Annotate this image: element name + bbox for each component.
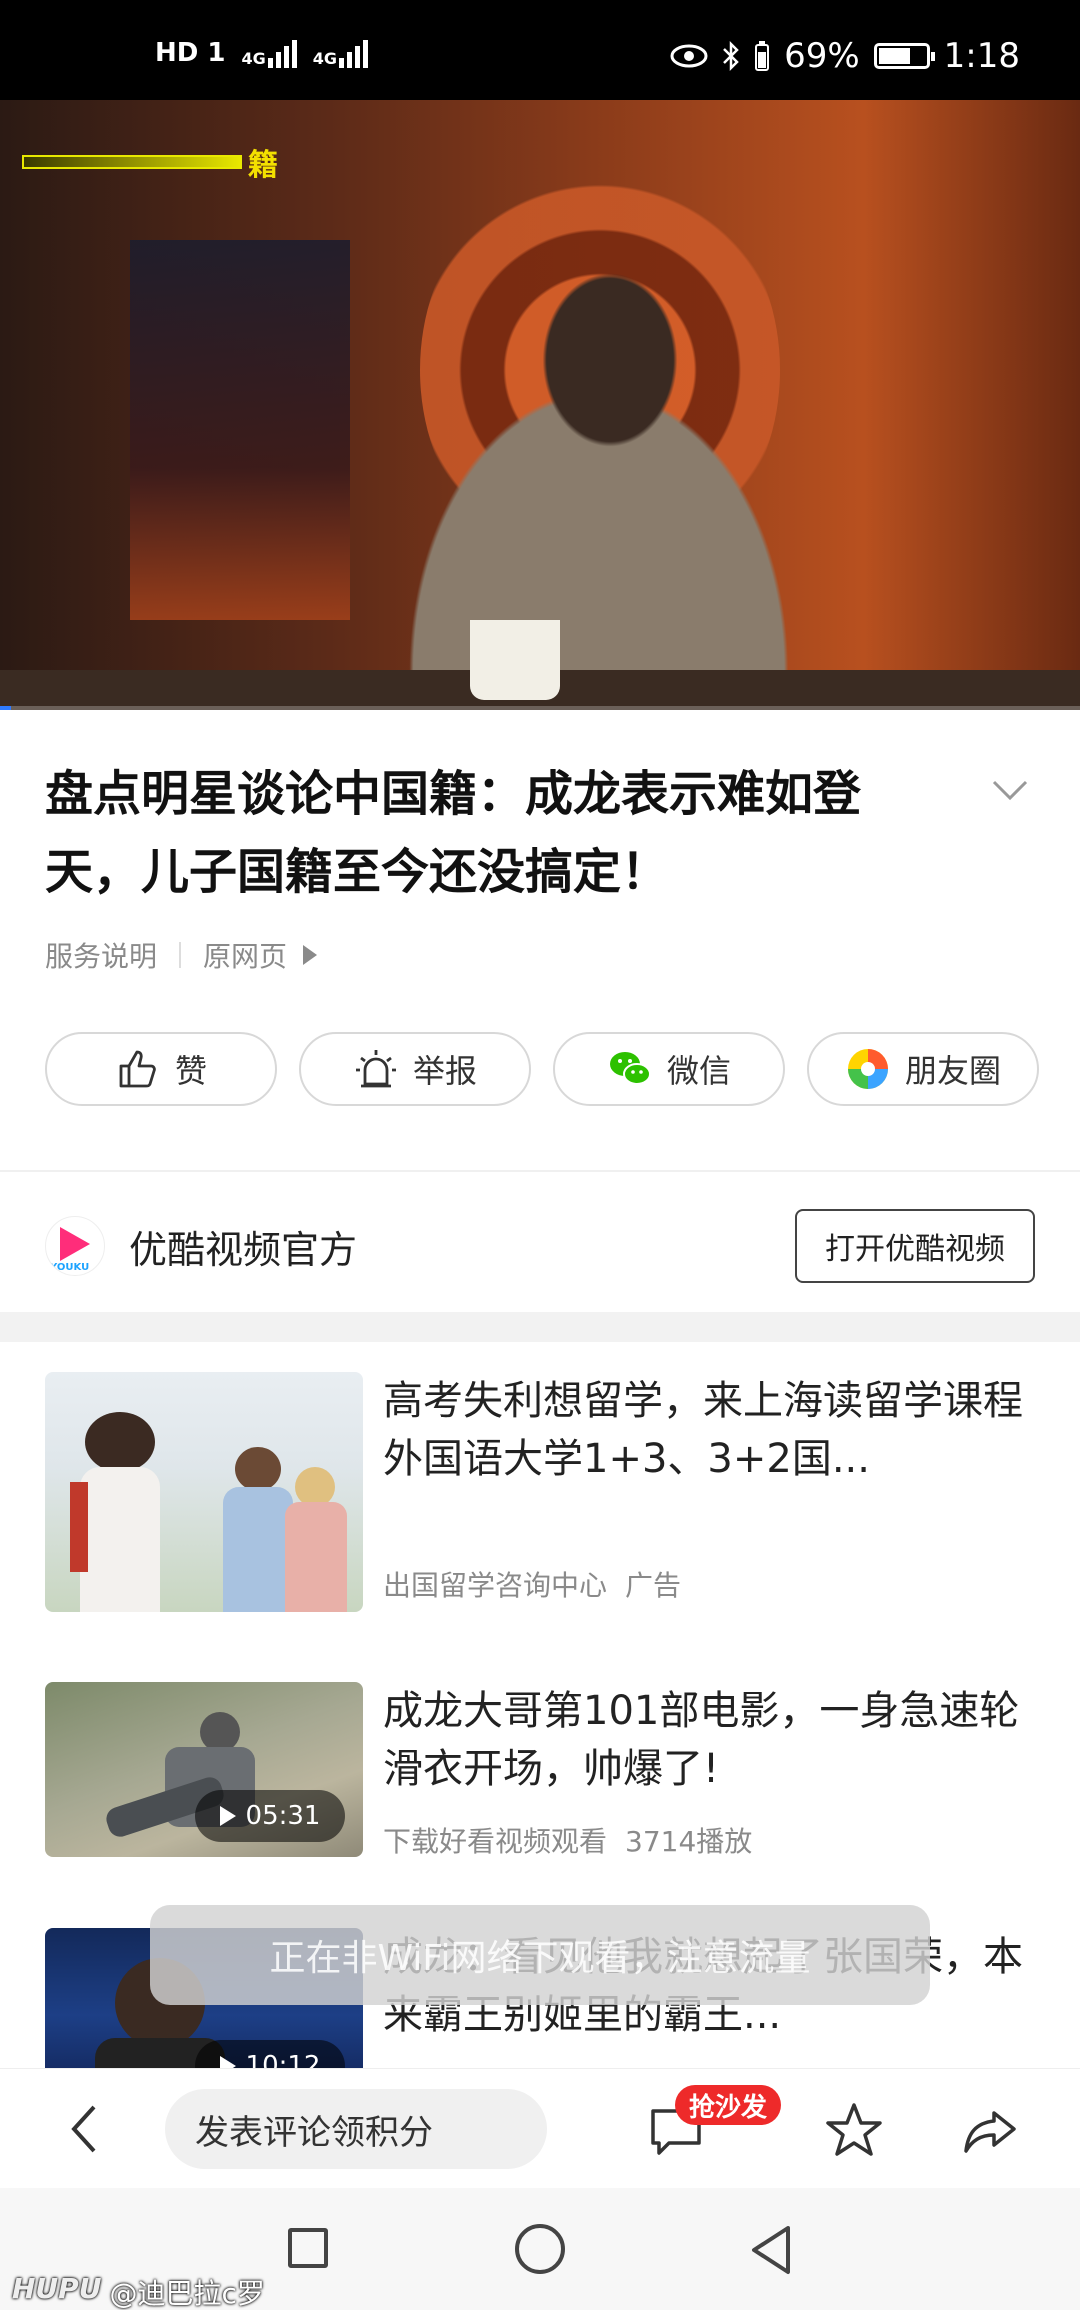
triangle-right-icon: [303, 945, 318, 965]
item-source: 下载好看视频观看: [383, 1825, 608, 1858]
section-divider: [0, 1170, 1080, 1172]
signal-label-1: 4G: [241, 49, 266, 68]
report-button[interactable]: 举报: [299, 1032, 531, 1106]
open-youku-button[interactable]: 打开优酷视频: [795, 1209, 1035, 1283]
report-label: 举报: [412, 1052, 477, 1090]
list-item[interactable]: 05:31 成龙大哥第101部电影，一身急速轮滑衣开场，帅爆了! 下载好看视频观…: [45, 1682, 1035, 1860]
wechat-label: 微信: [666, 1052, 731, 1090]
item-title: 高考失利想留学，来上海读留学课程 外国语大学1+3、3+2国...: [383, 1378, 1023, 1482]
article-title: 盘点明星谈论中国籍：成龙表示难如登天，儿子国籍至今还没搞定！: [45, 766, 862, 900]
duration-text: 10:12: [245, 2051, 321, 2068]
moments-share-button[interactable]: 朋友圈: [807, 1032, 1039, 1106]
video-progress-bar[interactable]: [0, 706, 1080, 710]
original-page-link[interactable]: 原网页: [203, 935, 287, 975]
moments-label: 朋友圈: [904, 1052, 1001, 1090]
duration-badge: 10:12: [195, 2040, 345, 2068]
comment-input[interactable]: 发表评论领积分: [165, 2089, 547, 2169]
network-toast: 正在非WiFi网络下观看，注意流量: [150, 1905, 930, 2005]
eye-icon: [670, 44, 708, 68]
chevron-down-icon[interactable]: [990, 770, 1030, 810]
youku-logo-icon[interactable]: YOUKU: [45, 1216, 105, 1276]
play-icon: [219, 2056, 236, 2068]
network-indicators: HD 1 4G 4G: [155, 38, 369, 68]
battery-small-icon: [755, 41, 770, 71]
status-bar: HD 1 4G 4G 69% 1:18: [0, 0, 1080, 100]
system-indicators: 69% 1:18: [670, 36, 1020, 76]
home-icon[interactable]: [515, 2224, 565, 2274]
video-channel-logo: 籍: [22, 140, 278, 184]
battery-icon: [873, 43, 935, 69]
video-cup: [470, 620, 560, 700]
star-icon[interactable]: [822, 2099, 886, 2163]
recents-icon[interactable]: [288, 2228, 328, 2268]
section-gap: [0, 1312, 1080, 1342]
back-triangle-icon[interactable]: [748, 2224, 794, 2276]
bluetooth-icon: [723, 40, 739, 72]
thumbs-up-icon: [119, 1050, 156, 1088]
video-player[interactable]: 籍: [0, 100, 1080, 710]
wechat-icon: [609, 1052, 651, 1085]
video-progress-fill: [0, 706, 11, 710]
video-background-window: [130, 240, 350, 620]
article-meta: 服务说明 原网页: [45, 935, 318, 975]
back-chevron-icon[interactable]: [60, 2099, 110, 2159]
battery-percent: 69%: [784, 36, 860, 76]
wechat-share-button[interactable]: 微信: [553, 1032, 785, 1106]
item-thumbnail: [45, 1372, 363, 1612]
meta-divider: [179, 942, 182, 968]
signal-icon-2: 4G: [312, 38, 369, 68]
like-label: 赞: [174, 1052, 207, 1090]
duration-badge: 05:31: [195, 1790, 345, 1842]
watermark: HUPU @迪巴拉c罗: [12, 2272, 265, 2310]
comment-bar: 发表评论领积分 抢沙发: [0, 2068, 1080, 2188]
item-source: 出国留学咨询中心: [383, 1569, 608, 1602]
hd-indicator: HD 1: [155, 38, 226, 68]
share-icon[interactable]: [958, 2099, 1022, 2163]
play-icon: [219, 1806, 236, 1826]
alarm-bell-icon: [355, 1050, 396, 1088]
item-title: 成龙大哥第101部电影，一身急速轮滑衣开场，帅爆了!: [383, 1688, 1020, 1792]
watermark-user: @迪巴拉c罗: [109, 2277, 265, 2310]
list-item[interactable]: 高考失利想留学，来上海读留学课程 外国语大学1+3、3+2国... 出国留学咨询…: [45, 1372, 1035, 1612]
watermark-brand: HUPU: [12, 2272, 102, 2305]
video-overlay-char: 籍: [248, 148, 278, 183]
ad-badge: 广告: [625, 1569, 682, 1602]
like-button[interactable]: 赞: [45, 1032, 277, 1106]
sofa-badge[interactable]: 抢沙发: [675, 2085, 782, 2125]
play-count: 3714播放: [625, 1825, 753, 1858]
signal-icon-1: 4G: [241, 38, 297, 68]
signal-label-2: 4G: [312, 49, 338, 68]
item-meta: 出国留学咨询中心 广告: [383, 1564, 681, 1604]
action-buttons: 赞 举报 微信 朋友圈: [45, 1032, 1039, 1106]
youku-logo-text: YOUKU: [50, 1262, 90, 1273]
channel-row: YOUKU 优酷视频官方 打开优酷视频: [45, 1208, 1035, 1284]
service-description-link[interactable]: 服务说明: [45, 935, 157, 975]
channel-name[interactable]: 优酷视频官方: [129, 1219, 357, 1274]
moments-aperture-icon: [847, 1049, 888, 1089]
video-subject: [330, 240, 890, 710]
item-meta: 下载好看视频观看 3714播放: [383, 1820, 752, 1860]
clock: 1:18: [943, 36, 1020, 76]
item-thumbnail: 05:31: [45, 1682, 363, 1857]
duration-text: 05:31: [245, 1801, 321, 1831]
